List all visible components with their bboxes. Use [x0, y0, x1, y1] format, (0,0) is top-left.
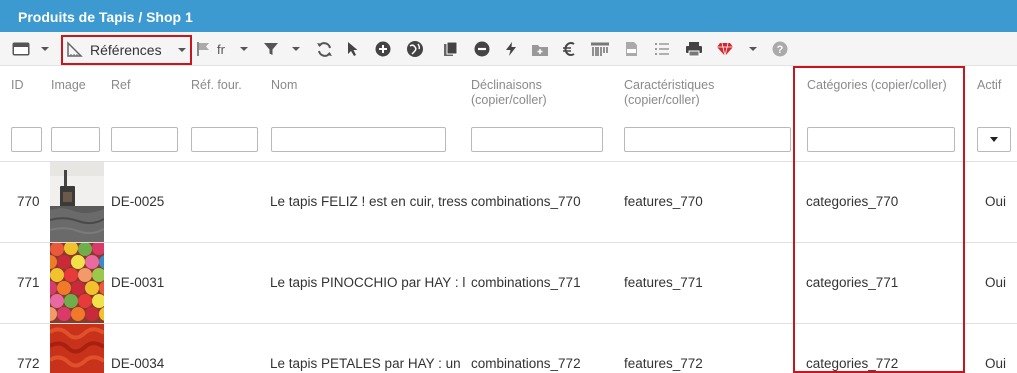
header-divider: [0, 161, 1017, 162]
window-title: Produits de Tapis / Shop 1: [18, 9, 193, 25]
grid-menu-caret[interactable]: [41, 39, 49, 59]
svg-text:?: ?: [777, 44, 784, 56]
row-772-features[interactable]: features_772: [624, 356, 703, 371]
toolbar: Références fr ?: [0, 32, 1017, 66]
add-icon[interactable]: [375, 39, 391, 59]
row-771-thumbnail[interactable]: [50, 243, 104, 323]
categories-column-highlight: [793, 66, 965, 373]
barcode-icon[interactable]: [589, 39, 611, 59]
row-770-categories[interactable]: categories_770: [806, 194, 898, 209]
print-icon[interactable]: [685, 39, 703, 59]
filter-icon[interactable]: [263, 39, 279, 59]
cursor-icon[interactable]: [347, 39, 359, 59]
view-selector[interactable]: Références: [61, 35, 192, 65]
row-771-name[interactable]: Le tapis PINOCCHIO par HAY : l: [270, 275, 467, 290]
row-772-active[interactable]: Oui: [985, 356, 1006, 371]
row-772-id[interactable]: 772: [17, 356, 40, 371]
row-770-name[interactable]: Le tapis FELIZ ! est en cuir, tress: [270, 194, 467, 209]
column-header-combinations-line1: Déclinaisons: [471, 78, 542, 92]
chevron-down-icon: [178, 48, 186, 52]
filter-active-select[interactable]: [977, 127, 1011, 152]
row-771-categories[interactable]: categories_771: [806, 275, 898, 290]
filter-image-input[interactable]: [51, 127, 100, 152]
row-770-active[interactable]: Oui: [985, 194, 1006, 209]
row-772-thumbnail[interactable]: [50, 324, 104, 373]
column-header-image[interactable]: Image: [51, 78, 86, 93]
euro-icon[interactable]: [562, 39, 576, 59]
row-771-ref[interactable]: DE-0031: [111, 275, 164, 290]
row-772-combinations[interactable]: combinations_772: [471, 356, 581, 371]
row-772-categories[interactable]: categories_772: [806, 356, 898, 371]
filter-name-input[interactable]: [271, 127, 446, 152]
filter-caret[interactable]: [292, 39, 300, 59]
column-header-categories[interactable]: Catégories (copier/coller): [807, 78, 947, 93]
flag-icon[interactable]: [196, 39, 210, 59]
diamond-icon[interactable]: [716, 39, 734, 59]
copy-icon[interactable]: [443, 39, 458, 59]
ruler-icon: [67, 40, 83, 60]
row-divider: [0, 323, 1017, 324]
row-772-name[interactable]: Le tapis PETALES par HAY : un: [270, 356, 467, 371]
filter-combinations-input[interactable]: [471, 127, 603, 152]
row-771-combinations[interactable]: combinations_771: [471, 275, 581, 290]
earth-icon[interactable]: [406, 39, 424, 59]
filter-supplier-ref-input[interactable]: [191, 127, 258, 152]
flash-icon[interactable]: [505, 39, 517, 59]
row-divider: [0, 242, 1017, 243]
column-header-combinations[interactable]: Déclinaisons (copier/coller): [471, 78, 547, 108]
column-header-name[interactable]: Nom: [271, 78, 297, 93]
column-header-supplier-ref[interactable]: Réf. four.: [191, 78, 242, 93]
row-771-active[interactable]: Oui: [985, 275, 1006, 290]
filter-ref-input[interactable]: [111, 127, 178, 152]
row-770-combinations[interactable]: combinations_770: [471, 194, 581, 209]
row-770-thumbnail[interactable]: [50, 162, 104, 242]
language-selector[interactable]: fr: [217, 39, 225, 59]
csv-icon[interactable]: [625, 39, 638, 59]
column-header-features[interactable]: Caractéristiques (copier/coller): [624, 78, 714, 108]
view-selector-label: Références: [90, 42, 162, 58]
help-icon[interactable]: ?: [772, 39, 788, 59]
column-header-ref[interactable]: Ref: [111, 78, 130, 93]
delete-icon[interactable]: [474, 39, 490, 59]
row-772-ref[interactable]: DE-0034: [111, 356, 164, 371]
diamond-menu-caret[interactable]: [749, 39, 757, 59]
row-771-features[interactable]: features_771: [624, 275, 703, 290]
column-header-id[interactable]: ID: [11, 78, 24, 93]
filter-categories-input[interactable]: [807, 127, 955, 152]
row-771-id[interactable]: 771: [17, 275, 40, 290]
row-770-features[interactable]: features_770: [624, 194, 703, 209]
list-icon[interactable]: [654, 39, 670, 59]
column-header-combinations-line2: (copier/coller): [471, 93, 547, 107]
column-header-features-line2: (copier/coller): [624, 93, 700, 107]
column-header-features-line1: Caractéristiques: [624, 78, 715, 92]
filter-features-input[interactable]: [624, 127, 791, 152]
filter-id-input[interactable]: [11, 127, 42, 152]
row-770-ref[interactable]: DE-0025: [111, 194, 164, 209]
column-header-active[interactable]: Actif: [977, 78, 1001, 93]
window-titlebar: Produits de Tapis / Shop 1: [0, 0, 1017, 32]
language-caret[interactable]: [240, 39, 248, 59]
folder-add-icon[interactable]: [531, 39, 549, 59]
refresh-icon[interactable]: [316, 39, 333, 59]
chevron-down-icon: [990, 137, 998, 142]
grid-icon[interactable]: [12, 39, 30, 59]
row-770-id[interactable]: 770: [17, 194, 40, 209]
